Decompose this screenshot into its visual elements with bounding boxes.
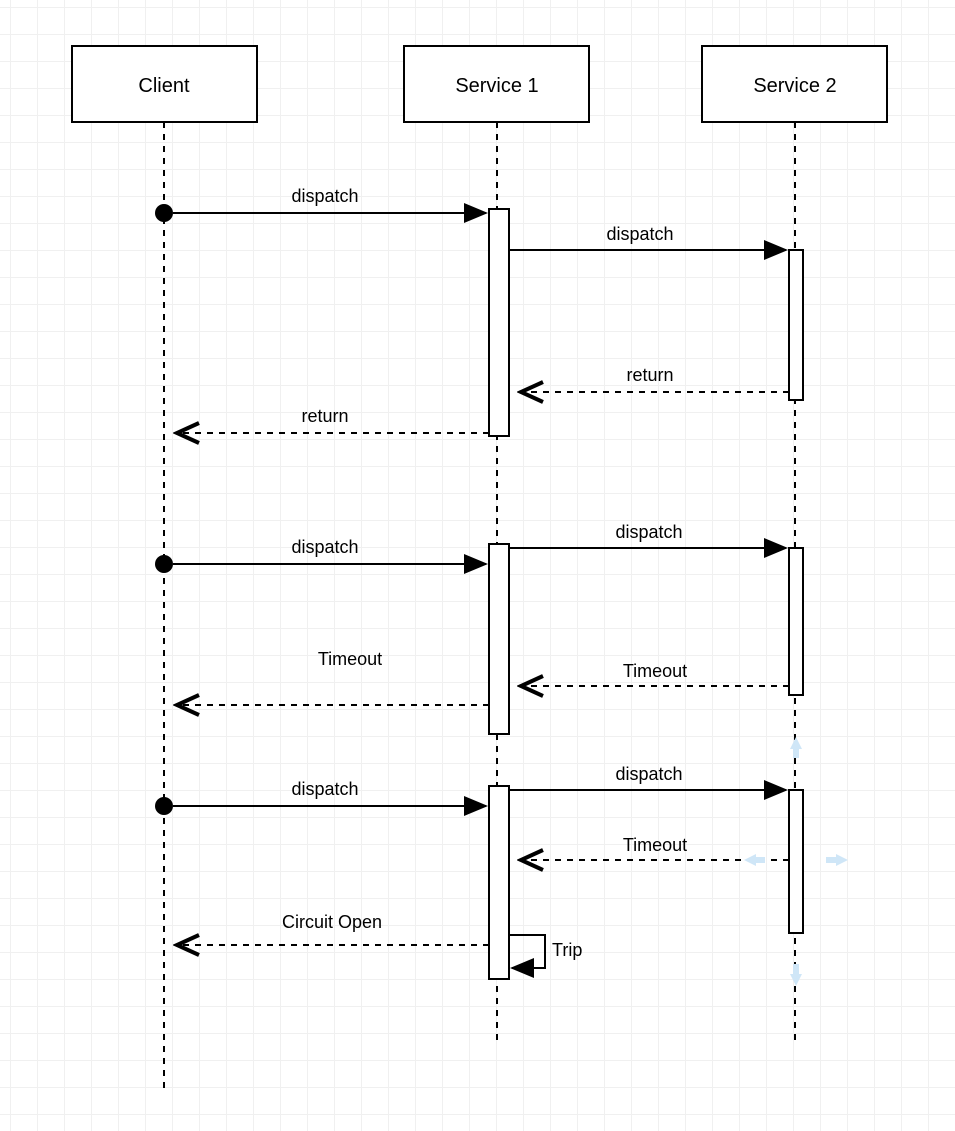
msg-label-dispatch-2b: dispatch (615, 522, 682, 542)
msg-label-timeout-3: Timeout (623, 835, 687, 855)
self-message-trip: Trip (509, 935, 582, 968)
participant-service1-label: Service 1 (455, 75, 538, 97)
activation-s2-3 (789, 790, 803, 933)
msg-label-dispatch-3b: dispatch (615, 764, 682, 784)
start-dot-3 (155, 797, 173, 815)
msg-label-dispatch-1b: dispatch (606, 224, 673, 244)
participant-service2-label: Service 2 (753, 75, 836, 97)
start-dot-1 (155, 204, 173, 222)
msg-label-timeout-2a: Timeout (623, 661, 687, 681)
activation-s1-3 (489, 786, 509, 979)
sequence-diagram: Client Service 1 Service 2 dispatch disp… (0, 0, 955, 1131)
msg-label-return-1b: return (301, 406, 348, 426)
participant-service2: Service 2 (702, 46, 887, 122)
msg-label-trip: Trip (552, 940, 582, 960)
msg-label-dispatch-1a: dispatch (291, 186, 358, 206)
msg-label-dispatch-3a: dispatch (291, 779, 358, 799)
activation-s1-1 (489, 209, 509, 436)
participant-service1: Service 1 (404, 46, 589, 122)
msg-label-dispatch-2a: dispatch (291, 537, 358, 557)
msg-label-circuit-open: Circuit Open (282, 912, 382, 932)
participant-client: Client (72, 46, 257, 122)
activation-s2-2 (789, 548, 803, 695)
participant-client-label: Client (138, 75, 190, 97)
msg-label-timeout-2b: Timeout (318, 649, 382, 669)
msg-label-return-1a: return (626, 365, 673, 385)
activation-s1-2 (489, 544, 509, 734)
activation-s2-1 (789, 250, 803, 400)
start-dot-2 (155, 555, 173, 573)
